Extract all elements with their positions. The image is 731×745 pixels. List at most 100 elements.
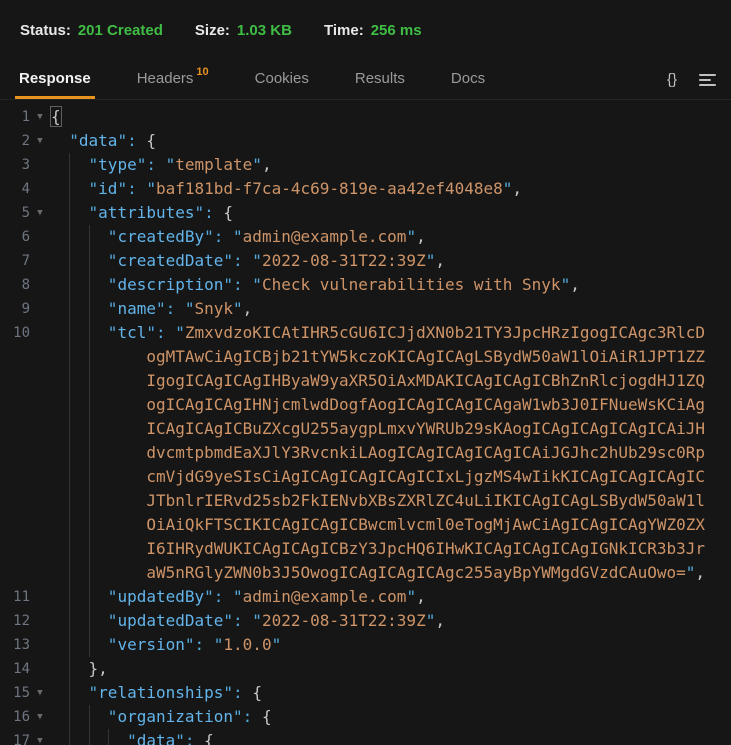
token: ": [223,683,252,702]
line-number [0,537,30,561]
indent-guide [69,321,70,345]
fold-toggle-icon[interactable]: ▼ [30,681,50,705]
code-lines: 1▼{2▼ "data": {3 "type": "template",4 "i… [0,105,731,745]
code-line: 3 "type": "template", [0,153,731,177]
token [50,491,146,510]
indent-guide [69,393,70,417]
token: { [146,131,156,150]
indent-guide [89,465,90,489]
code-line: 17▼ "data": { [0,729,731,745]
status-value: 201 Created [78,22,163,39]
token [50,347,146,366]
token: 2022-08-31T22:39Z [262,611,426,630]
token [50,419,146,438]
token: , [243,299,253,318]
indent-guide [89,513,90,537]
token: 1.0.0 [223,635,271,654]
token [50,323,108,342]
indent-guide [69,681,70,705]
token: organization [117,707,233,726]
indent-guide [69,345,70,369]
menu-icon[interactable] [699,71,717,89]
gutter: 7 [0,249,50,273]
fold-spacer [30,537,50,561]
time-group: Time: 256 ms [324,22,422,39]
tab-response[interactable]: Response [15,60,95,99]
token: ": " [204,587,243,606]
tab-docs[interactable]: Docs [447,60,489,99]
gutter [0,513,50,537]
token: template [175,155,252,174]
fold-spacer [30,177,50,201]
line-number [0,489,30,513]
fold-spacer [30,417,50,441]
code-content: "version": "1.0.0" [50,633,731,657]
indent-guide [69,465,70,489]
status-bar: Status: 201 Created Size: 1.03 KB Time: … [0,0,731,60]
tab-label: Cookies [255,70,309,87]
gutter [0,537,50,561]
format-json-icon[interactable]: {} [667,71,677,88]
code-content: "createdDate": "2022-08-31T22:39Z", [50,249,731,273]
gutter: 17▼ [0,729,50,745]
token: Snyk [195,299,234,318]
token: type [98,155,137,174]
size-label: Size: [195,22,230,39]
code-line: 9 "name": "Snyk", [0,297,731,321]
fold-toggle-icon[interactable]: ▼ [30,129,50,153]
indent-guide [89,489,90,513]
code-line: cmVjdG9yeSIsCiAgICAgICAgICAgICIxLjgzMS4w… [0,465,731,489]
token [50,371,146,390]
code-content: I6IHRydWUKICAgICAgICBzY3JpcHQ6IHwKICAgIC… [50,537,731,561]
token: ogICAgICAgIHNjcmlwdDogfAogICAgICAgICAgaW… [146,395,705,414]
gutter: 13 [0,633,50,657]
tab-results[interactable]: Results [351,60,409,99]
fold-toggle-icon[interactable]: ▼ [30,729,50,745]
token: " [89,203,99,222]
token: , [262,155,272,174]
line-number: 12 [0,609,30,633]
tab-headers[interactable]: Headers10 [133,60,213,99]
token: " [108,251,118,270]
line-number: 9 [0,297,30,321]
gutter: 10 [0,321,50,345]
token: " [252,155,262,174]
line-number: 11 [0,585,30,609]
code-content: JTbnlrIERvd25sb2FkIENvbXBsZXRlZC4uLiIKIC… [50,489,731,513]
code-content: "description": "Check vulnerabilities wi… [50,273,731,297]
token [50,251,108,270]
response-body-editor[interactable]: 1▼{2▼ "data": {3 "type": "template",4 "i… [0,100,731,745]
token [50,467,146,486]
code-line: 16▼ "organization": { [0,705,731,729]
size-value: 1.03 KB [237,22,292,39]
line-number: 7 [0,249,30,273]
fold-toggle-icon[interactable]: ▼ [30,105,50,129]
indent-guide [69,657,70,681]
fold-spacer [30,513,50,537]
token [50,443,146,462]
gutter: 16▼ [0,705,50,729]
token: " [406,227,416,246]
fold-toggle-icon[interactable]: ▼ [30,201,50,225]
token: createdBy [117,227,204,246]
indent-guide [69,249,70,273]
line-number [0,465,30,489]
token: " [89,683,99,702]
fold-spacer [30,273,50,297]
line-number: 4 [0,177,30,201]
indent-guide [108,729,109,745]
fold-spacer [30,321,50,345]
code-line: 7 "createdDate": "2022-08-31T22:39Z", [0,249,731,273]
token: JTbnlrIERvd25sb2FkIENvbXBsZXRlZC4uLiIKIC… [146,491,705,510]
tab-list: Response Headers10 Cookies Results Docs [15,60,667,99]
token: " [89,179,99,198]
tab-cookies[interactable]: Cookies [251,60,313,99]
code-content: "attributes": { [50,201,731,225]
gutter [0,345,50,369]
fold-toggle-icon[interactable]: ▼ [30,705,50,729]
line-number [0,369,30,393]
token: }, [89,659,108,678]
indent-guide [69,561,70,585]
token: " [686,563,696,582]
code-line: 14 }, [0,657,731,681]
